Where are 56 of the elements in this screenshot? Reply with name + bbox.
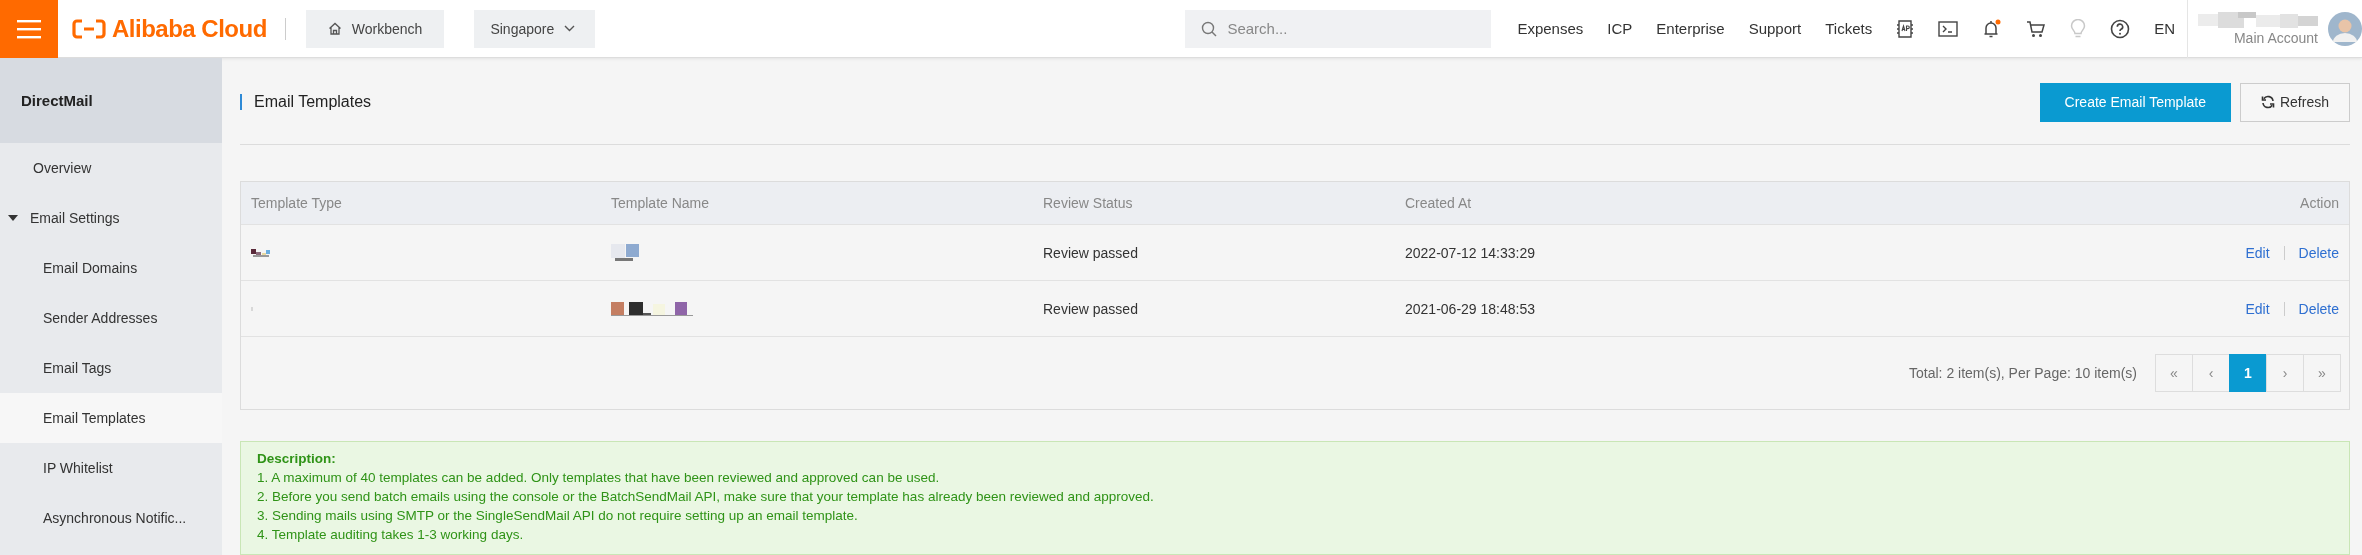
nav-link[interactable]: Enterprise [1656, 20, 1725, 37]
sidebar-item[interactable]: Email Domains [0, 243, 222, 293]
pixelated-text-drawing [251, 248, 270, 257]
column-header: Template Type [251, 195, 343, 211]
nav-link[interactable]: Tickets [1825, 20, 1873, 37]
logo-icon [72, 18, 106, 39]
description-text: 2. Before you send batch emails using the console or the BatchSendMail API, make sure that your template has already been reviewed and approved. [257, 488, 1155, 506]
menu-button[interactable] [0, 0, 58, 58]
nav-link[interactable]: Support [1748, 20, 1802, 37]
description-text: 1. A maximum of 40 templates can be added. Only templates that have been reviewed and approved can be used. [257, 469, 941, 487]
column-header: Review Status [1043, 195, 1134, 211]
logo-text: Alibaba Cloud [112, 14, 267, 43]
table-cell-text: 2021-06-29 18:48:53 [1405, 300, 1536, 317]
account-label: Main Account [2233, 29, 2318, 46]
pixelated-text-drawing [611, 244, 639, 261]
region-dropdown[interactable]: Singapore [474, 9, 596, 48]
nav-link[interactable]: Expenses [1517, 20, 1584, 37]
caret-icon [8, 214, 18, 222]
sidebar-item[interactable]: IP Whitelist [0, 443, 222, 493]
help-icon[interactable] [2110, 18, 2131, 39]
refresh-button[interactable]: Refresh [2239, 82, 2350, 122]
edit-link[interactable]: Edit [2245, 244, 2270, 261]
terminal-icon[interactable] [1938, 20, 1959, 37]
table-cell-text: 2022-07-12 14:33:29 [1405, 244, 1536, 261]
sidebar-title: DirectMail [0, 58, 222, 143]
refresh-icon [2260, 95, 2275, 109]
bell-icon[interactable] [1982, 18, 2003, 39]
table-cell-text: Review passed [1043, 300, 1139, 317]
language-link[interactable]: EN [2154, 20, 2175, 37]
sidebar-group[interactable]: Email Settings [0, 193, 222, 243]
search-icon [1201, 20, 1218, 37]
menu-icon [17, 18, 41, 39]
description-text: 3. Sending mails using SMTP or the SingleSendMail API do not require setting up an email template. [257, 507, 859, 525]
page-title: Email Templates [240, 94, 372, 110]
description-title: Description: [257, 450, 337, 468]
sidebar-item[interactable]: Email Tags [0, 343, 222, 393]
workbench-button[interactable]: Workbench [305, 9, 445, 48]
nav-link[interactable]: ICP [1607, 20, 1633, 37]
delete-link[interactable]: Delete [2298, 244, 2339, 261]
table-cell-text: Review passed [1043, 244, 1139, 261]
sidebar-item[interactable]: Sender Addresses [0, 293, 222, 343]
cart-icon[interactable] [2026, 19, 2047, 38]
column-header: Action [2299, 195, 2339, 211]
pagination-summary: Total: 2 item(s), Per Page: 10 item(s) [1909, 365, 2137, 381]
edit-link[interactable]: Edit [2245, 300, 2270, 317]
column-header: Created At [1405, 195, 1473, 211]
delete-link[interactable]: Delete [2298, 300, 2339, 317]
chevron-down-icon [564, 25, 576, 32]
search-field[interactable]: Search... [1185, 9, 1492, 48]
sidebar-item[interactable]: Asynchronous Notific... [0, 493, 222, 543]
api-icon[interactable] [1896, 18, 1915, 39]
sidebar-item[interactable]: Overview [0, 143, 222, 193]
home-icon [327, 22, 342, 35]
sidebar-item[interactable]: Email Templates [0, 393, 222, 443]
description-text: 4. Template auditing takes 1-3 working days. [257, 526, 525, 544]
column-header: Template Name [611, 195, 711, 211]
